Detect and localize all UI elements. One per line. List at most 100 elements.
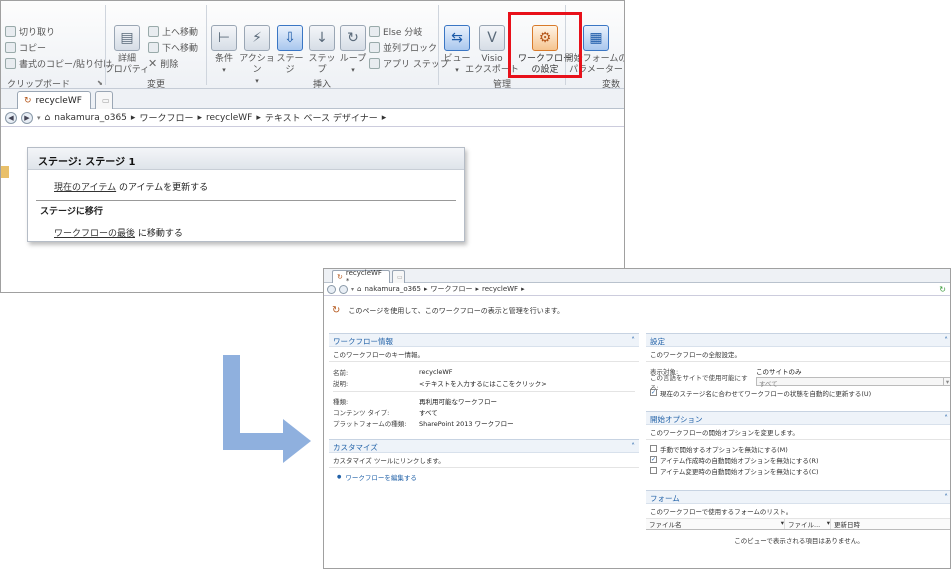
empty-message: このビューで表示される項目はありません。 [734,537,864,545]
branch-icon [369,25,380,37]
visio-export-button[interactable]: V Visio エクスポート [465,25,519,76]
tab-recyclewf[interactable]: ↻ recycleWF * [332,269,390,285]
info-row: 種類: 再利用可能なワークフロー [333,397,497,406]
create-start-checkbox[interactable]: ✓ [650,456,657,463]
name-link[interactable]: recycleWF [419,368,453,376]
move-down-button[interactable]: 下へ移動 [148,39,198,55]
cut-button[interactable]: 切り取り [5,23,112,39]
app-step-icon [369,57,380,69]
chevron-right-icon: ▸ [130,112,136,123]
delete-button[interactable]: ✕ 削除 [148,55,198,71]
settings-panel: 設定 ˄ このワークフローの全般設定。 表示対象: このサイトのみ この言語をサイト… [646,333,950,398]
dialog-launcher-icon[interactable]: ⬊ [97,79,103,87]
forms-panel: フォーム ˄ このワークフローで使用するフォームのリスト。 ファイル名 ▾ ファイル… [646,490,950,545]
document-icon: ▤ [114,25,140,51]
chevron-down-icon: ▾ [943,378,950,386]
info-row: 説明: <テキストを入力するにはここをクリック> [333,378,547,388]
else-branch-button[interactable]: Else 分岐 [369,23,449,39]
workflow-icon: ↻ [337,273,343,281]
change-start-checkbox[interactable] [650,467,657,474]
move-down-icon [148,41,159,53]
breadcrumb-item[interactable]: recycleWF [482,285,518,293]
forms-table-header: ファイル名 ▾ ファイル... ▾ 更新日時 [646,519,950,530]
step-icon: ↓ [309,25,335,51]
stage-box[interactable]: ステージ: ステージ 1 現在のアイテム のアイテムを更新する ステージに移行 … [27,147,465,242]
forward-button[interactable] [339,284,348,294]
form-params-icon: ▦ [583,25,609,51]
breadcrumb-item[interactable]: ワークフロー [139,111,193,124]
visio-icon: V [479,25,505,51]
view-icon: ⇆ [444,25,470,51]
breadcrumb: ▾ ⌂ nakamura_o365 ▸ ワークフロー ▸ recycleWF ▸ ↻ [324,283,950,296]
copy-button[interactable]: コピー [5,39,112,55]
auto-update-checkbox[interactable]: ✓ [650,389,657,396]
action-button[interactable]: ⚡ アクション ▾ [239,25,275,87]
parallel-block-button[interactable]: 並列ブロック [369,39,449,55]
dropdown-icon[interactable]: ▾ [351,286,354,293]
collapse-icon[interactable]: ˄ [944,336,948,345]
highlight-box [508,12,582,78]
collapse-icon[interactable]: ˄ [944,414,948,423]
manual-start-checkbox[interactable] [650,445,657,452]
panel-title: 開始オプション [650,415,703,424]
description-link[interactable]: <テキストを入力するにはここをクリック> [419,378,547,388]
settings-window: ↻ recycleWF * ▭ ▾ ⌂ nakamura_o365 ▸ ワークフロ… [323,268,951,569]
transition-heading: ステージに移行 [40,207,103,217]
chevron-right-icon: ▸ [423,285,428,293]
copy-icon [5,41,16,53]
new-tab-icon: ▭ [397,273,403,281]
breadcrumb-item[interactable]: nakamura_o365 [364,285,421,293]
collapse-icon[interactable]: ˄ [631,336,635,345]
new-tab-button[interactable]: ▭ [95,91,113,109]
breadcrumb-item[interactable]: テキスト ベース デザイナー [265,111,378,124]
app-step-button[interactable]: アプリ ステップ [369,55,449,71]
loop-button[interactable]: ↻ ループ ▾ [339,25,367,76]
breadcrumb-item[interactable]: nakamura_o365 [54,113,127,123]
detail-properties-button[interactable]: ▤ 詳細 プロパティ [105,25,149,76]
start-options-panel: 開始オプション ˄ このワークフローの開始オプションを変更します。 手動で開始する… [646,411,950,476]
step-button[interactable]: ↓ ステップ [305,25,339,76]
chevron-right-icon: ▸ [381,112,387,123]
language-select[interactable]: すべて ▾ [756,377,950,388]
tab-recyclewf[interactable]: ↻ recycleWF [17,91,91,109]
edit-workflow-link[interactable]: ワークフローを編集する [345,472,417,482]
collapse-icon[interactable]: ˄ [944,493,948,502]
workflow-end-link[interactable]: ワークフローの最後 [54,229,135,239]
current-item-link[interactable]: 現在のアイテム [54,183,116,193]
intro: ↻ このページを使用して、このワークフローの表示と管理を行います。 [332,305,564,316]
info-row: 名前: recycleWF [333,367,453,377]
move-up-button[interactable]: 上へ移動 [148,23,198,39]
info-row: コンテンツ タイプ: すべて [333,408,438,417]
col-file[interactable]: ファイル... ▾ [784,519,830,529]
customize-panel: カスタマイズ ˄ カスタマイズ ツールにリンクします。 ● ワークフローを編集する [329,439,639,482]
new-tab-icon: ▭ [102,96,110,105]
dropdown-icon[interactable]: ▾ [37,114,41,122]
designer-window: 切り取り コピー 書式のコピー/貼り付け クリップボード ⬊ ▤ 詳細 プロパテ… [0,0,625,293]
col-file-name[interactable]: ファイル名 ▾ [646,519,784,529]
home-icon: ⌂ [357,285,362,293]
new-tab-button[interactable]: ▭ [392,270,405,283]
stage-title: ステージ: ステージ 1 [28,148,464,170]
format-copy-button[interactable]: 書式のコピー/貼り付け [5,55,112,71]
col-modified[interactable]: 更新日時 [830,519,860,529]
back-button[interactable]: ◀ [5,111,17,124]
breadcrumb-item[interactable]: recycleWF [206,113,252,123]
breadcrumb-item[interactable]: ワークフロー [431,284,473,294]
info-row: プラットフォームの種類: SharePoint 2013 ワークフロー [333,419,514,428]
workflow-icon: ↻ [24,95,32,106]
chevron-right-icon: ▸ [256,112,261,123]
brush-icon [5,57,16,69]
action-icon: ⚡ [244,25,270,51]
tab-bar: ↻ recycleWF ▭ [1,89,624,109]
condition-icon: ⊢ [211,25,237,51]
arrow-shape [223,433,283,450]
chevron-right-icon: ▸ [521,285,525,293]
stage-button[interactable]: ⇩ ステー ジ [275,25,305,76]
condition-button[interactable]: ⊢ 条件 ▾ [209,25,239,76]
forward-button[interactable]: ▶ [21,111,33,124]
refresh-icon[interactable]: ↻ [939,285,946,294]
collapse-icon[interactable]: ˄ [631,442,635,451]
back-button[interactable] [327,284,336,294]
workflow-icon: ↻ [332,305,341,316]
stage-action: 現在のアイテム のアイテムを更新する [54,183,209,193]
